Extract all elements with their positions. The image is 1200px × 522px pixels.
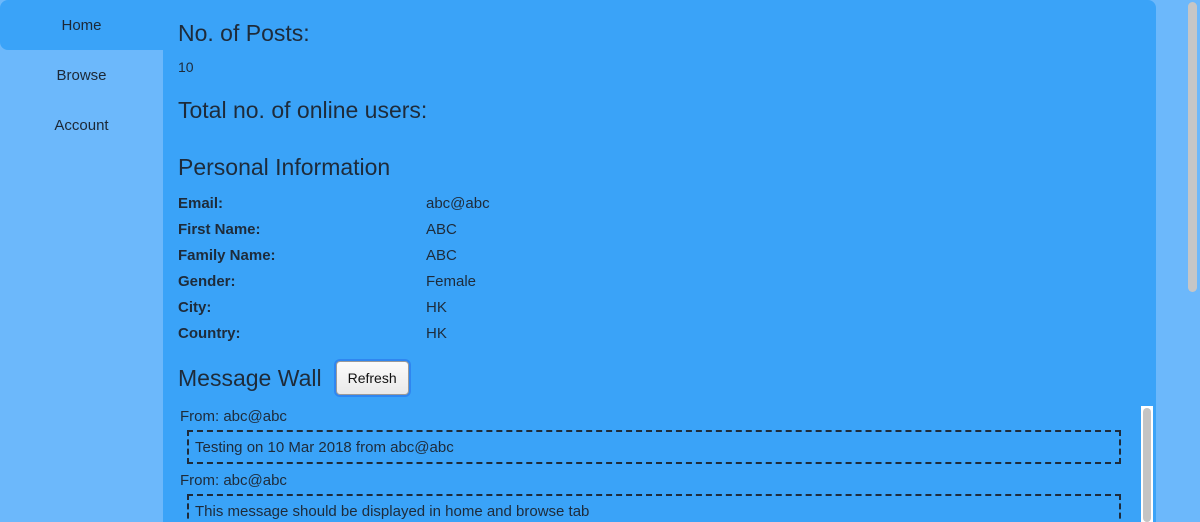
info-value: HK	[426, 298, 447, 316]
info-value: abc@abc	[426, 194, 490, 212]
info-label: Country:	[178, 324, 241, 342]
message-body: This message should be displayed in home…	[187, 494, 1121, 522]
sidebar-item-label: Browse	[56, 66, 107, 84]
message-sender: From: abc@abc	[180, 472, 287, 489]
message-wall-header: Message Wall Refresh	[178, 361, 409, 395]
info-row-country: Country: HK	[178, 320, 778, 346]
info-label: First Name:	[178, 220, 261, 238]
info-label: Gender:	[178, 272, 236, 290]
info-label: Family Name:	[178, 246, 276, 264]
message-wall-heading: Message Wall	[178, 364, 322, 391]
posts-count-heading: No. of Posts:	[178, 20, 310, 46]
sidebar-item-label: Home	[61, 16, 102, 34]
message-wall-scrollbar[interactable]	[1141, 406, 1153, 522]
message-sender: From: abc@abc	[180, 408, 287, 425]
wall-message: From: abc@abc Testing on 10 Mar 2018 fro…	[180, 406, 1140, 464]
posts-count-value: 10	[178, 59, 194, 75]
online-users-heading: Total no. of online users:	[178, 97, 428, 123]
info-row-first-name: First Name: ABC	[178, 216, 778, 242]
personal-info-table: Email: abc@abc First Name: ABC Family Na…	[178, 190, 778, 346]
message-wall[interactable]: From: abc@abc Testing on 10 Mar 2018 fro…	[178, 406, 1140, 522]
sidebar-item-browse[interactable]: Browse	[0, 50, 163, 100]
info-row-gender: Gender: Female	[178, 268, 778, 294]
app-root: Home Browse Account No. of Posts: 10 Tot…	[0, 0, 1200, 522]
personal-info-heading: Personal Information	[178, 154, 391, 180]
info-value: Female	[426, 272, 477, 290]
info-label: Email:	[178, 194, 224, 212]
info-row-family-name: Family Name: ABC	[178, 242, 778, 268]
scrollbar-thumb[interactable]	[1188, 2, 1197, 292]
message-body: Testing on 10 Mar 2018 from abc@abc	[187, 430, 1121, 464]
info-value: HK	[426, 324, 447, 342]
main-panel: No. of Posts: 10 Total no. of online use…	[163, 0, 1156, 522]
sidebar-item-home[interactable]: Home	[0, 0, 163, 50]
refresh-button[interactable]: Refresh	[335, 361, 409, 395]
wall-message: From: abc@abc This message should be dis…	[180, 470, 1140, 522]
info-value: ABC	[426, 220, 457, 238]
info-row-email: Email: abc@abc	[178, 190, 778, 216]
info-value: ABC	[426, 246, 457, 264]
info-row-city: City: HK	[178, 294, 778, 320]
sidebar-item-account[interactable]: Account	[0, 100, 163, 150]
page-scrollbar[interactable]	[1185, 0, 1200, 522]
sidebar-item-label: Account	[54, 116, 109, 134]
info-label: City:	[178, 298, 212, 316]
scrollbar-thumb[interactable]	[1143, 408, 1151, 522]
sidebar: Home Browse Account	[0, 0, 163, 522]
